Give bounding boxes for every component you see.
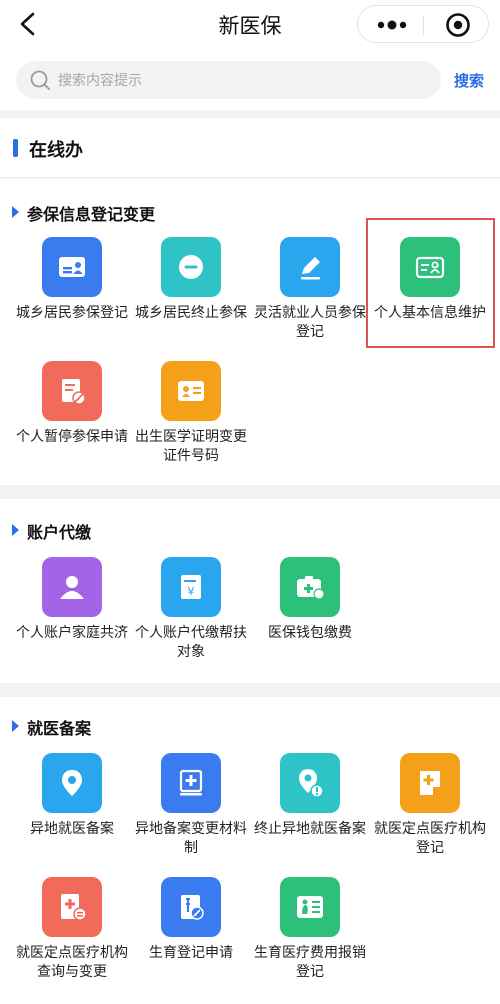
category-title: 参保信息登记变更 (12, 201, 155, 225)
service-item[interactable]: ¥ 个人账户代缴帮扶对象 (129, 557, 253, 662)
service-item[interactable]: 就医定点医疗机构查询与变更 (10, 877, 134, 982)
svg-text:¥: ¥ (188, 585, 195, 598)
medical-wallet-icon (280, 557, 340, 617)
service-item[interactable]: 个人暂停参保申请 (10, 361, 134, 447)
section-header: 在线办 (0, 118, 500, 178)
birth-register-icon (161, 877, 221, 937)
minus-circle-icon (161, 237, 221, 297)
service-label: 生育登记申请 (149, 945, 233, 961)
capsule-divider (423, 15, 424, 35)
search-placeholder: 搜索内容提示 (58, 73, 142, 89)
top-bar: 新医保 (0, 0, 500, 50)
service-item[interactable]: 生育登记申请 (129, 877, 253, 963)
close-target-icon[interactable] (438, 6, 478, 44)
service-label: 医保钱包缴费 (268, 625, 352, 641)
service-item[interactable]: 个人账户家庭共济 (10, 557, 134, 643)
mini-program-capsule (357, 5, 489, 43)
search-bar: 搜索内容提示 搜索 (0, 50, 500, 110)
category-title-text: 账户代缴 (27, 523, 92, 542)
category-title-text: 就医备案 (27, 719, 92, 738)
search-icon (30, 70, 50, 90)
category-panel-medical-filing: 就医备案 异地就医备案 异地备案变更材料制 终止异地就医备案 就医定点医疗机构登… (0, 697, 500, 1004)
service-item[interactable]: 异地备案变更材料制 (129, 753, 253, 858)
search-input[interactable]: 搜索内容提示 (16, 61, 441, 99)
selection-highlight (366, 218, 495, 348)
location-warning-icon (280, 753, 340, 813)
service-label: 城乡居民终止参保 (135, 305, 247, 321)
section-accent-bar (13, 139, 18, 157)
service-label: 就医定点医疗机构查询与变更 (16, 945, 128, 980)
triangle-icon (12, 524, 19, 536)
service-label: 异地就医备案 (30, 821, 114, 837)
document-stop-icon (42, 361, 102, 421)
medical-change-icon (42, 877, 102, 937)
service-item[interactable]: 城乡居民参保登记 (10, 237, 134, 323)
section-title: 在线办 (29, 140, 83, 161)
service-label: 终止异地就医备案 (254, 821, 366, 837)
more-icon[interactable] (368, 6, 416, 44)
service-item[interactable]: 灵活就业人员参保登记 (248, 237, 372, 342)
service-label: 生育医疗费用报销登记 (254, 945, 366, 980)
id-card-icon (42, 237, 102, 297)
category-panel-account: 账户代缴 个人账户家庭共济 ¥ 个人账户代缴帮扶对象 医保钱包缴费 (0, 499, 500, 683)
service-item[interactable]: 医保钱包缴费 (248, 557, 372, 643)
service-item[interactable]: 城乡居民终止参保 (129, 237, 253, 323)
service-label: 异地备案变更材料制 (135, 821, 247, 856)
edit-pen-icon (280, 237, 340, 297)
service-label: 个人账户代缴帮扶对象 (135, 625, 247, 660)
service-item[interactable]: 就医定点医疗机构登记 (368, 753, 492, 858)
location-pin-icon (42, 753, 102, 813)
people-icon (42, 557, 102, 617)
service-label: 灵活就业人员参保登记 (254, 305, 366, 340)
service-label: 个人暂停参保申请 (16, 429, 128, 445)
triangle-icon (12, 206, 19, 218)
maternity-reimburse-icon (280, 877, 340, 937)
category-title-text: 参保信息登记变更 (27, 205, 156, 224)
service-label: 出生医学证明变更证件号码 (135, 429, 247, 464)
service-item[interactable]: 出生医学证明变更证件号码 (129, 361, 253, 466)
medical-building-icon (400, 753, 460, 813)
category-title: 账户代缴 (12, 519, 91, 543)
yen-document-icon: ¥ (161, 557, 221, 617)
category-title: 就医备案 (12, 715, 91, 739)
baby-certificate-icon (161, 361, 221, 421)
service-item[interactable]: 终止异地就医备案 (248, 753, 372, 839)
triangle-icon (12, 720, 19, 732)
service-label: 城乡居民参保登记 (16, 305, 128, 321)
service-item[interactable]: 生育医疗费用报销登记 (248, 877, 372, 982)
service-label: 就医定点医疗机构登记 (374, 821, 486, 856)
service-item[interactable]: 异地就医备案 (10, 753, 134, 839)
medical-clipboard-icon (161, 753, 221, 813)
search-button[interactable]: 搜索 (454, 70, 484, 91)
service-label: 个人账户家庭共济 (16, 625, 128, 641)
